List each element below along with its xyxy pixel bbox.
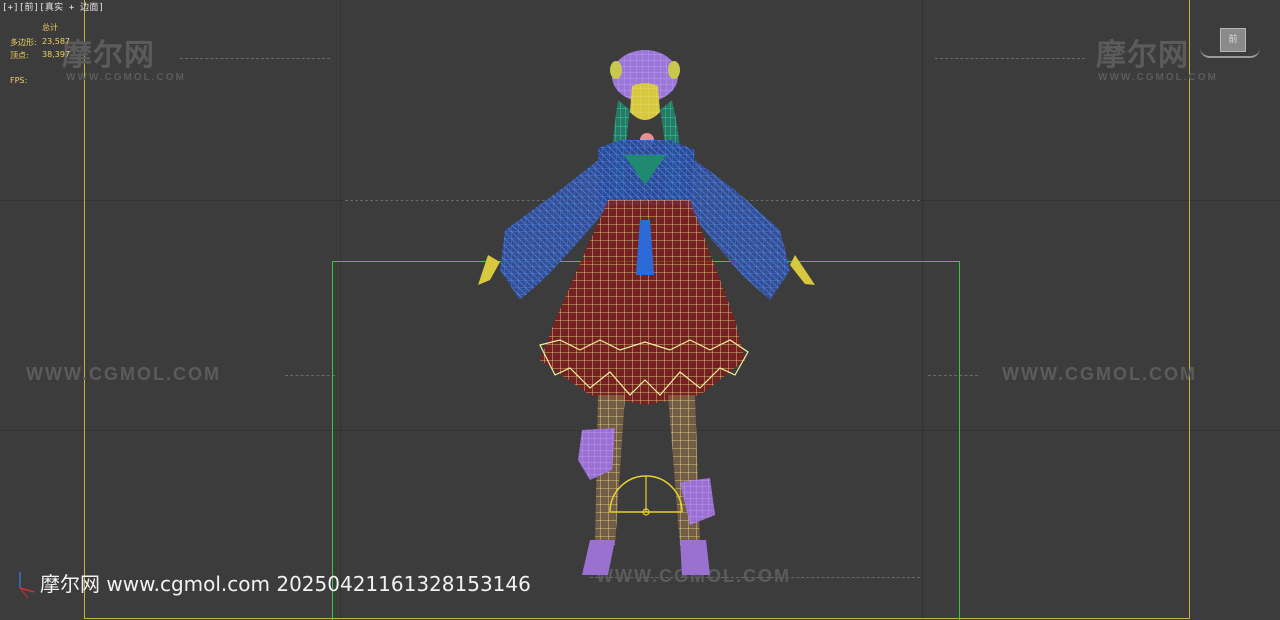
footer-caption: 摩尔网 www.cgmol.com 20250421161328153146: [40, 572, 531, 596]
axis-tripod: [19, 572, 35, 599]
boots: [582, 540, 710, 575]
torso: [598, 140, 695, 205]
legs: [578, 395, 715, 545]
pivot-gizmo[interactable]: [609, 475, 683, 516]
face: [630, 83, 660, 147]
viewport[interactable]: 摩尔网 WWW.CGMOL.COM 摩尔网 WWW.CGMOL.COM WWW.…: [0, 0, 1280, 620]
character-model[interactable]: [0, 0, 1280, 620]
